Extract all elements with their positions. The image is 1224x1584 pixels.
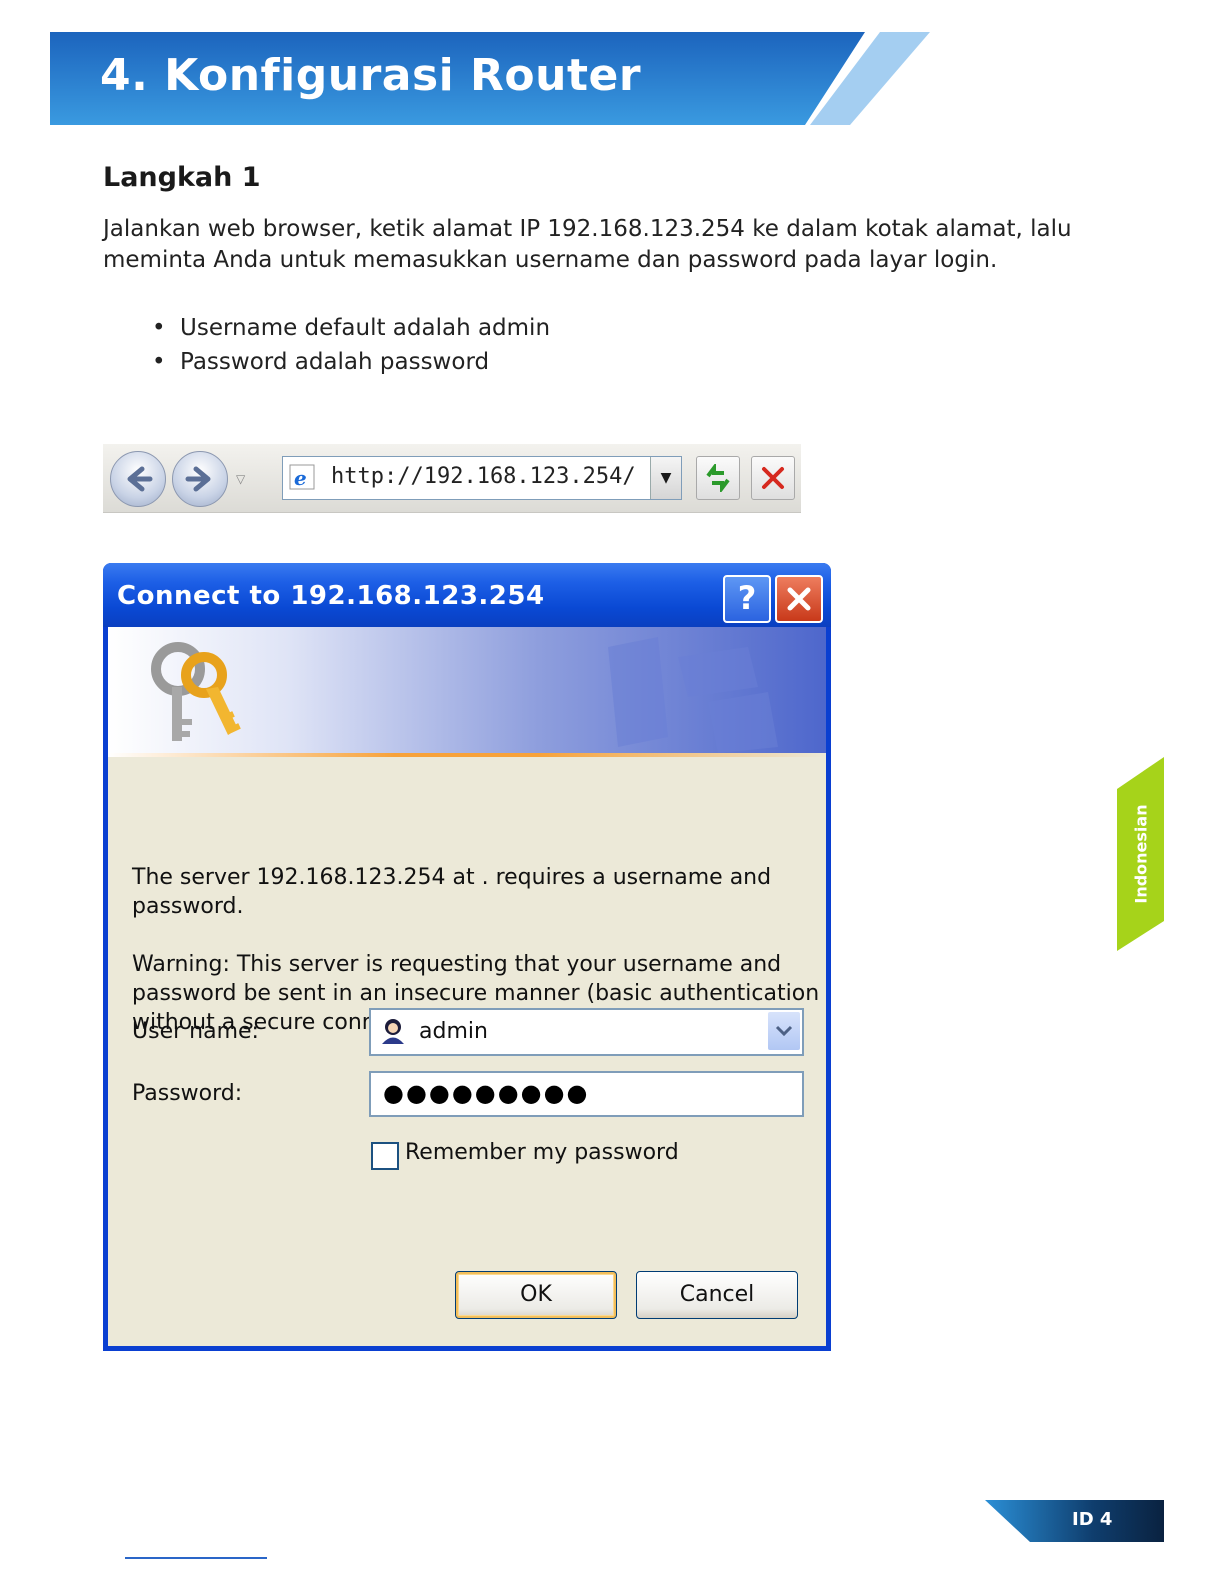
refresh-icon — [706, 464, 730, 492]
password-label: Password: — [132, 1081, 243, 1106]
cancel-button[interactable]: Cancel — [636, 1271, 798, 1319]
address-bar[interactable]: e http://192.168.123.254/ ▼ — [282, 456, 682, 500]
stop-icon — [762, 467, 784, 489]
list-item: • Username default adalah admin — [152, 315, 551, 341]
login-dialog: Connect to 192.168.123.254 ? The server … — [103, 563, 831, 1351]
dialog-body: The server 192.168.123.254 at . requires… — [108, 627, 826, 1346]
password-field[interactable]: ●●●●●●●●● — [369, 1071, 804, 1117]
side-tab-label-wrap: Indonesian — [1117, 757, 1164, 951]
password-value: ●●●●●●●●● — [383, 1079, 590, 1107]
step-heading: Langkah 1 — [103, 162, 261, 193]
footer-line — [125, 1557, 267, 1559]
dialog-banner — [108, 627, 826, 753]
user-icon — [382, 1019, 404, 1044]
ok-button[interactable]: OK — [455, 1271, 617, 1319]
checkbox-box[interactable] — [371, 1142, 399, 1170]
page-title: 4. Konfigurasi Router — [100, 50, 642, 101]
forward-button[interactable] — [172, 451, 228, 507]
server-message: The server 192.168.123.254 at . requires… — [132, 865, 772, 919]
address-dropdown-button[interactable]: ▼ — [650, 457, 681, 499]
list-item: • Password adalah password — [152, 349, 490, 375]
page-number: ID 4 — [1072, 1509, 1113, 1530]
stop-button[interactable] — [751, 456, 795, 500]
bullet-list: • Username default adalah admin • Password… — [152, 311, 550, 379]
dialog-title: Connect to 192.168.123.254 — [117, 581, 545, 611]
arrow-right-icon — [185, 466, 211, 492]
help-button[interactable]: ? — [723, 575, 771, 623]
back-button[interactable] — [110, 451, 166, 507]
history-dropdown-icon[interactable]: ▽ — [236, 472, 245, 486]
keys-icon — [151, 642, 241, 741]
username-dropdown-button[interactable] — [768, 1012, 800, 1050]
refresh-button[interactable] — [696, 456, 740, 500]
address-url: http://192.168.123.254/ — [331, 464, 636, 489]
remember-label: Remember my password — [405, 1140, 679, 1165]
browser-toolbar: ▽ e http://192.168.123.254/ ▼ — [103, 444, 801, 513]
chevron-down-icon — [775, 1025, 793, 1037]
close-icon — [787, 587, 811, 611]
username-field[interactable]: admin — [369, 1008, 804, 1056]
dialog-titlebar[interactable]: Connect to 192.168.123.254 ? — [103, 563, 831, 627]
banner-watermark — [608, 637, 778, 753]
banner-divider — [108, 753, 826, 757]
username-value: admin — [419, 1019, 488, 1044]
arrow-left-icon — [127, 466, 153, 492]
username-label: User name: — [132, 1019, 259, 1044]
language-label: Indonesian — [1131, 804, 1150, 904]
help-icon: ? — [737, 579, 757, 617]
svg-text:e: e — [294, 466, 307, 490]
step-paragraph: Jalankan web browser, ketik alamat IP 19… — [103, 216, 1072, 273]
ie-page-icon: e — [289, 464, 315, 490]
close-button[interactable] — [775, 575, 823, 623]
